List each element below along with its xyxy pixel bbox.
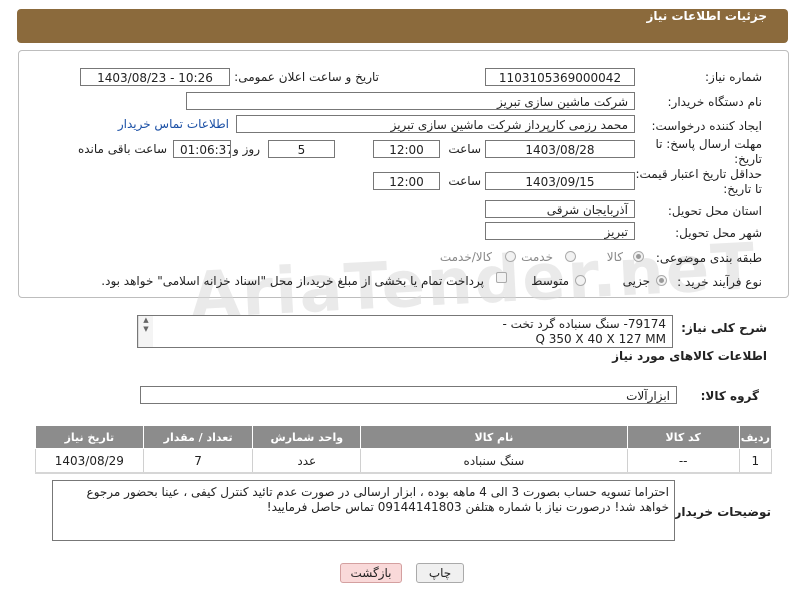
creator-field[interactable]: محمد رزمی کارپرداز شرکت ماشین سازی تبریز <box>236 115 635 133</box>
buyer-org-field[interactable]: شرکت ماشین سازی تبریز <box>186 92 635 110</box>
announce-field[interactable]: 1403/08/23 - 10:26 <box>80 68 230 86</box>
remaining-time-field[interactable]: 01:06:37 <box>173 140 231 158</box>
description-scrollbar[interactable]: ▲ ▼ <box>138 316 153 347</box>
remaining-label: ساعت باقی مانده <box>77 142 167 156</box>
description-textarea[interactable]: ▲ ▼ 79174- سنگ سنباده گرد تخت - Q 350 X 4… <box>137 315 673 348</box>
buyer-notes-label: توضیحات خریدار: <box>669 505 771 519</box>
creator-label: ایجاد کننده درخواست: <box>651 119 762 133</box>
goods-section-title: اطلاعات کالاهای مورد نیاز <box>612 349 767 363</box>
cell-unit: عدد <box>252 448 362 474</box>
days-label: روز و <box>233 142 260 156</box>
description-label: شرح کلی نیاز: <box>681 321 767 335</box>
goods-table: ردیف کد کالا نام کالا واحد شمارش تعداد /… <box>35 425 773 474</box>
buyer-org-label: نام دستگاه خریدار: <box>667 95 763 109</box>
col-date: تاریخ نیاز <box>35 425 144 449</box>
category-both-label: کالا/خدمت <box>439 250 492 264</box>
category-goods-radio[interactable] <box>633 251 644 262</box>
city-field[interactable]: تبریز <box>485 222 635 240</box>
col-unit: واحد شمارش <box>252 425 362 449</box>
col-name: نام کالا <box>360 425 628 449</box>
price-validity-label: حداقل تاریخ اعتبار قیمت: تا تاریخ: <box>635 167 762 196</box>
cell-row: 1 <box>738 448 773 474</box>
price-time-label: ساعت <box>448 174 481 188</box>
category-service-radio[interactable] <box>565 251 576 262</box>
category-label: طبقه بندی موضوعی: <box>655 251 762 265</box>
announce-label: تاریخ و ساعت اعلان عمومی: <box>234 70 379 84</box>
page-title: جزئیات اطلاعات نیاز <box>646 9 767 23</box>
need-number-field[interactable]: 1103105369000042 <box>485 68 635 86</box>
goods-group-label: گروه کالا: <box>700 389 759 403</box>
need-number-label: شماره نیاز: <box>705 70 762 84</box>
table-row[interactable]: 1 -- سنگ سنباده عدد 7 1403/08/29 <box>35 448 773 474</box>
category-goods-label: کالا <box>606 250 623 264</box>
province-field[interactable]: آذربایجان شرقی <box>485 200 635 218</box>
reply-time-field[interactable]: 12:00 <box>373 140 440 158</box>
province-label: استان محل تحویل: <box>667 204 762 218</box>
price-time-field[interactable]: 12:00 <box>373 172 440 190</box>
cell-code: -- <box>626 448 740 474</box>
reply-time-label: ساعت <box>448 142 481 156</box>
goods-table-header: ردیف کد کالا نام کالا واحد شمارش تعداد /… <box>35 425 773 449</box>
print-button[interactable]: چاپ <box>416 563 464 583</box>
col-code: کد کالا <box>626 425 740 449</box>
process-medium-radio[interactable] <box>575 275 586 286</box>
price-date-field[interactable]: 1403/09/15 <box>485 172 635 190</box>
treasury-payment-checkbox[interactable] <box>496 272 507 283</box>
process-partial-radio[interactable] <box>656 275 667 286</box>
description-line-1: 79174- سنگ سنباده گرد تخت - <box>502 317 666 331</box>
goods-group-field[interactable]: ابزارآلات <box>140 386 677 404</box>
process-medium-label: متوسط <box>531 274 569 288</box>
cell-date: 1403/08/29 <box>35 448 144 474</box>
buyer-notes-textarea[interactable]: احتراما تسویه حساب بصورت 3 الی 4 ماهه بو… <box>52 480 675 541</box>
days-field[interactable]: 5 <box>268 140 335 158</box>
cell-name: سنگ سنباده <box>360 448 628 474</box>
cell-qty: 7 <box>142 448 254 474</box>
col-qty: تعداد / مقدار <box>142 425 254 449</box>
category-service-label: خدمت <box>521 250 553 264</box>
process-label: نوع فرآیند خرید : <box>677 275 762 289</box>
back-button[interactable]: بازگشت <box>340 563 402 583</box>
buyer-contact-link[interactable]: اطلاعات تماس خریدار <box>118 117 229 131</box>
col-row: ردیف <box>738 425 773 449</box>
city-label: شهر محل تحویل: <box>675 226 762 240</box>
buyer-notes-text: احتراما تسویه حساب بصورت 3 الی 4 ماهه بو… <box>86 485 669 514</box>
description-line-2: Q 350 X 40 X 127 MM <box>535 332 666 346</box>
reply-date-field[interactable]: 1403/08/28 <box>485 140 635 158</box>
treasury-payment-note: پرداخت تمام یا بخشی از مبلغ خرید،از محل … <box>101 274 484 288</box>
reply-deadline-label: مهلت ارسال پاسخ: تا تاریخ: <box>655 137 762 166</box>
category-both-radio[interactable] <box>505 251 516 262</box>
process-partial-label: جزیی <box>622 274 650 288</box>
